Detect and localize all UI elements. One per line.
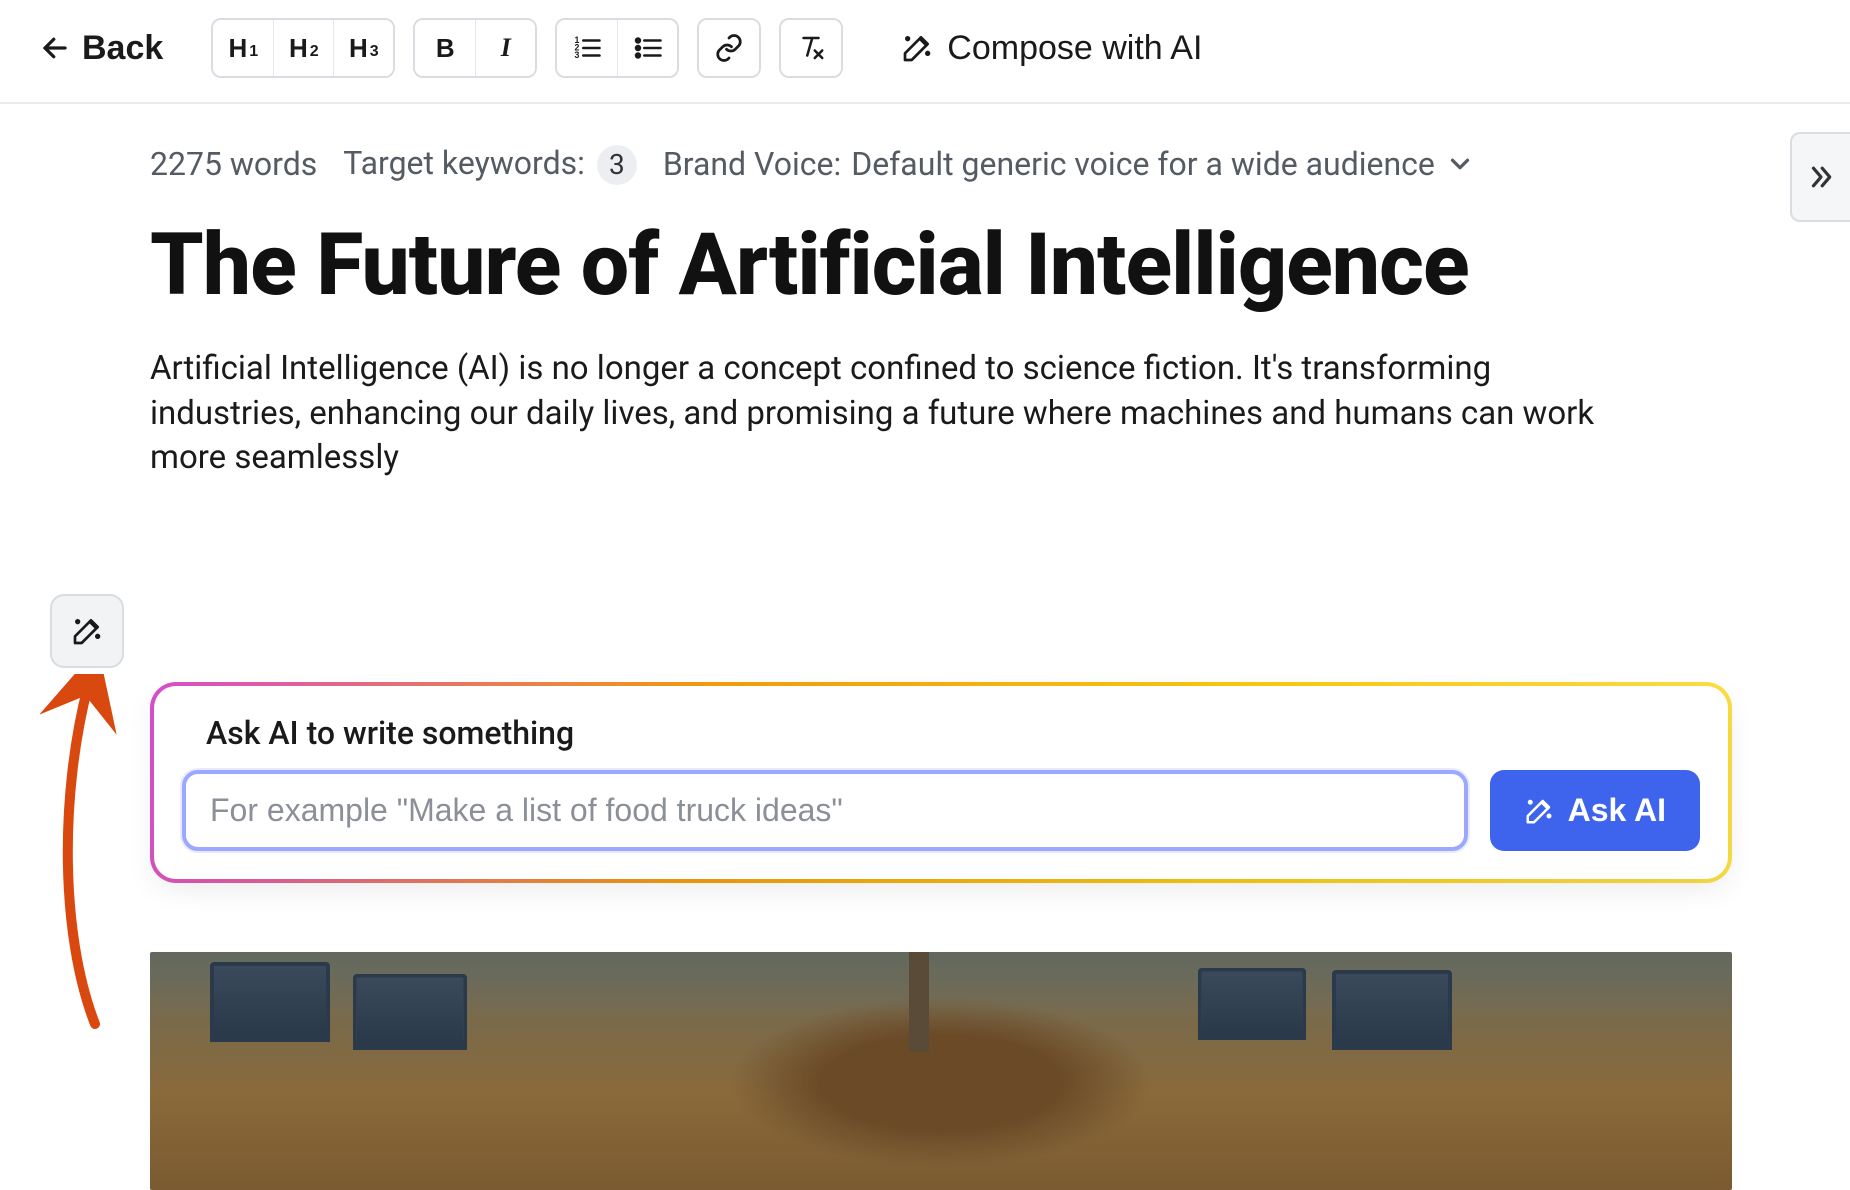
target-keywords-count: 3 [597,145,637,185]
link-button[interactable] [699,20,759,76]
editor-toolbar: Back H1 H2 H3 B I 123 [0,0,1850,104]
unordered-list-icon [633,33,663,63]
ask-ai-button[interactable]: Ask AI [1490,770,1700,851]
compose-label: Compose with AI [947,29,1202,68]
expand-sidebar-button[interactable] [1790,132,1850,222]
heading-group: H1 H2 H3 [211,18,395,78]
back-button[interactable]: Back [40,29,193,68]
hero-image [150,952,1732,1190]
compose-with-ai-button[interactable]: Compose with AI [901,29,1202,68]
document-title[interactable]: The Future of Artificial Intelligence [0,219,1850,312]
brand-voice-value: Default generic voice for a wide audienc… [851,145,1435,183]
image-pole-shape [909,952,929,1052]
unordered-list-button[interactable] [617,20,677,76]
target-keywords-label: Target keywords: [343,144,585,182]
ordered-list-icon: 123 [572,33,602,63]
brand-voice-dropdown[interactable]: Brand Voice: Default generic voice for a… [663,145,1475,183]
wand-icon [71,615,103,647]
editor-main: 2275 words Target keywords: 3 Brand Voic… [0,104,1850,481]
image-chair-shape [1198,968,1306,1040]
list-group: 123 [555,18,679,78]
wand-icon [1524,796,1554,826]
back-label: Back [82,29,163,68]
link-icon [714,33,744,63]
ask-ai-button-label: Ask AI [1568,792,1666,829]
document-paragraph[interactable]: Artificial Intelligence (AI) is no longe… [0,311,1760,481]
word-count: 2275 words [150,145,317,183]
image-chair-shape [353,974,467,1050]
bold-button[interactable]: B [415,20,475,76]
h2-button[interactable]: H2 [273,20,333,76]
meta-row: 2275 words Target keywords: 3 Brand Voic… [0,104,1850,209]
clear-format-icon [796,33,826,63]
target-keywords[interactable]: Target keywords: 3 [343,144,637,185]
clear-format-button[interactable] [781,20,841,76]
image-chair-shape [1332,970,1452,1050]
arrow-left-icon [40,33,70,63]
inline-ai-wand-button[interactable] [50,594,124,668]
svg-text:3: 3 [575,50,580,60]
double-chevron-right-icon [1806,162,1836,192]
italic-button[interactable]: I [475,20,535,76]
h3-button[interactable]: H3 [333,20,393,76]
wand-icon [901,32,933,64]
ask-ai-panel: Ask AI to write something Ask AI [150,682,1732,883]
image-chair-shape [210,962,330,1042]
annotation-arrow [40,674,130,1034]
ordered-list-button[interactable]: 123 [557,20,617,76]
h1-button[interactable]: H1 [213,20,273,76]
brand-voice-label: Brand Voice: [663,145,841,183]
format-group: B I [413,18,537,78]
ask-ai-input[interactable] [182,770,1468,851]
ask-ai-title: Ask AI to write something [182,714,1700,752]
chevron-down-icon [1445,149,1475,179]
clear-format-group [779,18,843,78]
link-group [697,18,761,78]
